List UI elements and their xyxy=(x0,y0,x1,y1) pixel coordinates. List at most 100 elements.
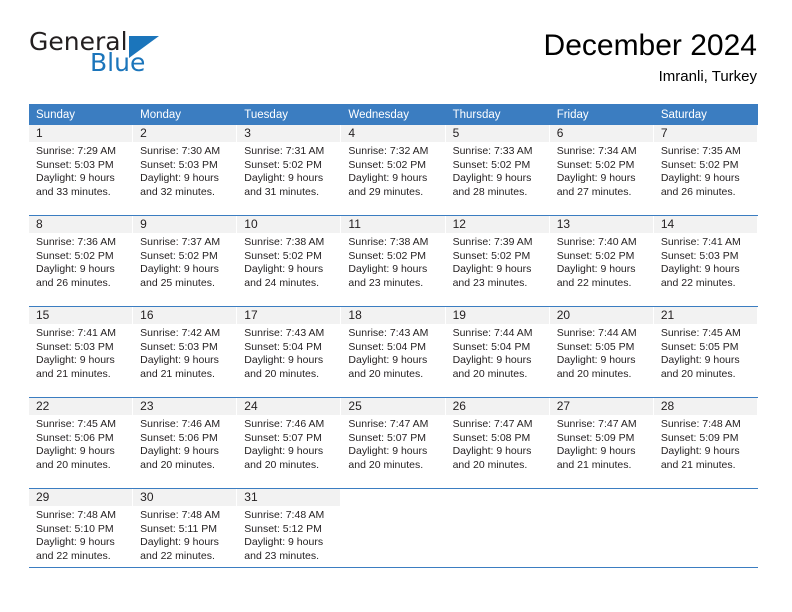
calendar-day-cell[interactable]: 15 Sunrise: 7:41 AM Sunset: 5:03 PM Dayligh… xyxy=(29,307,134,398)
day-cell-content: 19 Sunrise: 7:44 AM Sunset: 5:04 PM Dayligh… xyxy=(445,307,550,397)
daylight-text-line1: Daylight: 9 hours xyxy=(244,354,324,366)
daylight-text-line2: and 28 minutes. xyxy=(452,185,528,198)
calendar-day-cell[interactable]: 14 Sunrise: 7:41 AM Sunset: 5:03 PM Dayligh… xyxy=(653,216,758,307)
daylight-text-line1: Daylight: 9 hours xyxy=(36,536,115,548)
calendar-day-cell[interactable]: 23 Sunrise: 7:46 AM Sunset: 5:06 PM Dayligh… xyxy=(133,398,238,489)
sunrise-text: Sunrise: 7:48 AM xyxy=(36,509,116,521)
daylight-text-line1: Daylight: 9 hours xyxy=(348,263,428,275)
calendar-day-cell[interactable]: 17 Sunrise: 7:43 AM Sunset: 5:04 PM Dayligh… xyxy=(237,307,342,398)
sunset-text: Sunset: 5:03 PM xyxy=(660,249,739,262)
calendar-day-cell[interactable]: 2 Sunrise: 7:30 AM Sunset: 5:03 PM Daylight… xyxy=(133,125,238,216)
calendar-day-cell[interactable]: 28 Sunrise: 7:48 AM Sunset: 5:09 PM Dayligh… xyxy=(653,398,758,489)
weekday-header-sunday: Sunday xyxy=(29,104,134,125)
sunset-text: Sunset: 5:09 PM xyxy=(556,431,635,444)
calendar-day-cell[interactable]: 3 Sunrise: 7:31 AM Sunset: 5:02 PM Daylight… xyxy=(237,125,342,216)
sunrise-text: Sunrise: 7:47 AM xyxy=(452,418,533,430)
weekday-header-thursday: Thursday xyxy=(445,104,550,125)
day-number: 14 xyxy=(653,216,758,233)
sunset-text: Sunset: 5:02 PM xyxy=(452,249,531,262)
day-number: 23 xyxy=(133,398,238,415)
sunset-text: Sunset: 5:07 PM xyxy=(348,431,427,444)
calendar-day-cell[interactable]: 30 Sunrise: 7:48 AM Sunset: 5:11 PM Dayligh… xyxy=(133,489,238,580)
sunset-text: Sunset: 5:02 PM xyxy=(348,249,427,262)
sunrise-text: Sunrise: 7:33 AM xyxy=(452,145,533,157)
daylight-text-line1: Daylight: 9 hours xyxy=(452,263,532,275)
sunset-text: Sunset: 5:11 PM xyxy=(140,522,217,535)
calendar-day-cell[interactable]: 11 Sunrise: 7:38 AM Sunset: 5:02 PM Dayligh… xyxy=(341,216,446,307)
daylight-text-line1: Daylight: 9 hours xyxy=(556,263,636,275)
logo-text-blue: Blue xyxy=(90,48,146,77)
day-details: Sunrise: 7:45 AM Sunset: 5:06 PM Daylight:… xyxy=(29,415,133,472)
calendar-day-cell[interactable]: 19 Sunrise: 7:44 AM Sunset: 5:04 PM Dayligh… xyxy=(445,307,550,398)
day-number: 11 xyxy=(341,216,446,233)
day-number xyxy=(654,489,758,506)
sunrise-text: Sunrise: 7:46 AM xyxy=(244,418,325,430)
daylight-text-line1: Daylight: 9 hours xyxy=(140,354,219,366)
daylight-text-line2: and 25 minutes. xyxy=(140,276,215,289)
calendar-day-cell[interactable]: 21 Sunrise: 7:45 AM Sunset: 5:05 PM Dayligh… xyxy=(653,307,758,398)
daylight-text-line2: and 23 minutes. xyxy=(452,276,528,289)
calendar-day-cell[interactable]: 12 Sunrise: 7:39 AM Sunset: 5:02 PM Dayligh… xyxy=(445,216,550,307)
day-cell-content: 29 Sunrise: 7:48 AM Sunset: 5:10 PM Dayligh… xyxy=(29,489,134,579)
calendar-day-cell[interactable]: 4 Sunrise: 7:32 AM Sunset: 5:02 PM Daylight… xyxy=(341,125,446,216)
daylight-text-line2: and 20 minutes. xyxy=(556,367,632,380)
sunset-text: Sunset: 5:03 PM xyxy=(36,158,114,171)
calendar-day-cell[interactable]: 18 Sunrise: 7:43 AM Sunset: 5:04 PM Dayligh… xyxy=(341,307,446,398)
daylight-text-line1: Daylight: 9 hours xyxy=(452,445,532,457)
calendar-day-cell[interactable]: 31 Sunrise: 7:48 AM Sunset: 5:12 PM Dayligh… xyxy=(237,489,342,580)
calendar-day-cell[interactable]: 22 Sunrise: 7:45 AM Sunset: 5:06 PM Dayligh… xyxy=(29,398,134,489)
sunset-text: Sunset: 5:02 PM xyxy=(244,158,322,171)
daylight-text-line2: and 20 minutes. xyxy=(452,367,528,380)
day-cell-content: 20 Sunrise: 7:44 AM Sunset: 5:05 PM Dayligh… xyxy=(549,307,654,397)
calendar-day-cell[interactable]: 10 Sunrise: 7:38 AM Sunset: 5:02 PM Dayligh… xyxy=(237,216,342,307)
calendar-day-cell[interactable]: 26 Sunrise: 7:47 AM Sunset: 5:08 PM Dayligh… xyxy=(445,398,550,489)
calendar-day-cell[interactable]: 25 Sunrise: 7:47 AM Sunset: 5:07 PM Dayligh… xyxy=(341,398,446,489)
calendar-day-cell[interactable]: 1 Sunrise: 7:29 AM Sunset: 5:03 PM Daylight… xyxy=(29,125,134,216)
weekday-header-friday: Friday xyxy=(549,104,654,125)
day-cell-content: 9 Sunrise: 7:37 AM Sunset: 5:02 PM Daylight… xyxy=(133,216,238,306)
sunset-text: Sunset: 5:02 PM xyxy=(556,158,635,171)
day-details: Sunrise: 7:41 AM Sunset: 5:03 PM Daylight:… xyxy=(29,324,133,381)
sunrise-text: Sunrise: 7:29 AM xyxy=(36,145,116,157)
calendar-page: General Blue December 2024 Imranli, Turk… xyxy=(0,0,792,612)
calendar-day-cell[interactable]: 20 Sunrise: 7:44 AM Sunset: 5:05 PM Dayligh… xyxy=(549,307,654,398)
day-details: Sunrise: 7:47 AM Sunset: 5:09 PM Daylight:… xyxy=(550,415,654,472)
daylight-text-line1: Daylight: 9 hours xyxy=(660,263,740,275)
calendar-day-cell[interactable]: 7 Sunrise: 7:35 AM Sunset: 5:02 PM Daylight… xyxy=(653,125,758,216)
calendar-day-cell[interactable]: 24 Sunrise: 7:46 AM Sunset: 5:07 PM Dayligh… xyxy=(237,398,342,489)
day-number: 26 xyxy=(445,398,550,415)
sunset-text: Sunset: 5:08 PM xyxy=(452,431,531,444)
daylight-text-line2: and 32 minutes. xyxy=(140,185,215,198)
daylight-text-line2: and 29 minutes. xyxy=(348,185,424,198)
day-number: 18 xyxy=(341,307,446,324)
calendar-day-cell[interactable]: 8 Sunrise: 7:36 AM Sunset: 5:02 PM Daylight… xyxy=(29,216,134,307)
calendar-day-cell[interactable]: 27 Sunrise: 7:47 AM Sunset: 5:09 PM Dayligh… xyxy=(549,398,654,489)
day-cell-content: 13 Sunrise: 7:40 AM Sunset: 5:02 PM Dayligh… xyxy=(549,216,654,306)
weekday-header-tuesday: Tuesday xyxy=(237,104,342,125)
daylight-text-line1: Daylight: 9 hours xyxy=(244,536,324,548)
daylight-text-line2: and 21 minutes. xyxy=(140,367,215,380)
day-details: Sunrise: 7:30 AM Sunset: 5:03 PM Daylight:… xyxy=(133,142,237,199)
calendar-bottom-rule xyxy=(29,567,758,568)
calendar-day-cell[interactable]: 5 Sunrise: 7:33 AM Sunset: 5:02 PM Daylight… xyxy=(445,125,550,216)
day-cell-content xyxy=(654,489,758,579)
title-block: December 2024 Imranli, Turkey xyxy=(544,28,757,86)
calendar-day-cell[interactable]: 16 Sunrise: 7:42 AM Sunset: 5:03 PM Dayligh… xyxy=(133,307,238,398)
weekday-header-wednesday: Wednesday xyxy=(341,104,446,125)
day-cell-content: 17 Sunrise: 7:43 AM Sunset: 5:04 PM Dayligh… xyxy=(237,307,342,397)
sunrise-text: Sunrise: 7:34 AM xyxy=(556,145,637,157)
sunset-text: Sunset: 5:04 PM xyxy=(348,340,427,353)
calendar-day-cell[interactable]: 29 Sunrise: 7:48 AM Sunset: 5:10 PM Dayligh… xyxy=(29,489,134,580)
day-cell-content: 23 Sunrise: 7:46 AM Sunset: 5:06 PM Dayligh… xyxy=(133,398,238,488)
calendar-week-row: 8 Sunrise: 7:36 AM Sunset: 5:02 PM Daylight… xyxy=(29,215,758,307)
calendar-day-cell[interactable]: 6 Sunrise: 7:34 AM Sunset: 5:02 PM Daylight… xyxy=(549,125,654,216)
day-details: Sunrise: 7:46 AM Sunset: 5:06 PM Daylight:… xyxy=(133,415,237,472)
day-cell-content: 11 Sunrise: 7:38 AM Sunset: 5:02 PM Dayligh… xyxy=(341,216,446,306)
calendar-day-cell[interactable]: 13 Sunrise: 7:40 AM Sunset: 5:02 PM Dayligh… xyxy=(549,216,654,307)
daylight-text-line2: and 20 minutes. xyxy=(348,458,424,471)
sunrise-text: Sunrise: 7:43 AM xyxy=(348,327,429,339)
day-cell-content: 14 Sunrise: 7:41 AM Sunset: 5:03 PM Dayligh… xyxy=(653,216,758,306)
daylight-text-line2: and 22 minutes. xyxy=(36,549,111,562)
daylight-text-line1: Daylight: 9 hours xyxy=(244,172,324,184)
calendar-day-cell[interactable]: 9 Sunrise: 7:37 AM Sunset: 5:02 PM Daylight… xyxy=(133,216,238,307)
